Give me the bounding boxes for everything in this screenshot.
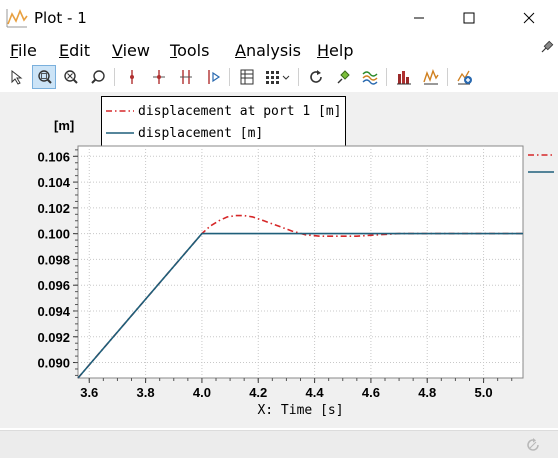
y-tick-label: 0.096 bbox=[37, 278, 70, 293]
menu-help-rest: elp bbox=[329, 41, 354, 60]
x-tick-label: 4.8 bbox=[418, 385, 436, 400]
grid-menu-icon[interactable] bbox=[262, 65, 294, 89]
window-title: Plot - 1 bbox=[34, 9, 87, 27]
marker-single-icon[interactable] bbox=[120, 65, 144, 89]
menu-file[interactable]: File bbox=[10, 41, 37, 60]
x-tick-label: 4.0 bbox=[193, 385, 211, 400]
menu-help[interactable]: Help bbox=[317, 41, 353, 60]
menu-tools-key: T bbox=[170, 41, 178, 60]
x-tick-label: 4.6 bbox=[362, 385, 380, 400]
minimize-button[interactable] bbox=[396, 0, 442, 36]
maximize-button[interactable] bbox=[446, 0, 492, 36]
menu-edit-key: E bbox=[59, 41, 70, 60]
menu-edit[interactable]: Edit bbox=[59, 41, 90, 60]
menu-view-key: V bbox=[112, 41, 123, 60]
y-tick-label: 0.102 bbox=[37, 201, 70, 216]
zoom-in-icon[interactable] bbox=[86, 65, 110, 89]
x-tick-label: 4.2 bbox=[249, 385, 267, 400]
y-tick-label: 0.104 bbox=[37, 175, 70, 190]
y-tick-label: 0.100 bbox=[37, 227, 70, 242]
waves-icon[interactable] bbox=[358, 65, 382, 89]
add-plot-icon[interactable] bbox=[453, 65, 477, 89]
menu-analysis-rest: nalysis bbox=[245, 41, 301, 60]
x-tick-label: 4.4 bbox=[306, 385, 325, 400]
toolbar-separator bbox=[114, 68, 115, 86]
menu-file-key: F bbox=[10, 41, 19, 60]
zoom-out-icon[interactable] bbox=[59, 65, 83, 89]
menu-analysis[interactable]: Analysis bbox=[235, 41, 301, 60]
marker-cross-icon[interactable] bbox=[147, 65, 171, 89]
menu-analysis-key: A bbox=[235, 41, 246, 60]
toolbar-separator bbox=[386, 68, 387, 86]
pin-icon[interactable] bbox=[540, 40, 554, 54]
sync-icon bbox=[527, 438, 539, 451]
histogram-icon[interactable] bbox=[392, 65, 416, 89]
minimize-icon bbox=[414, 17, 424, 19]
x-tick-label: 3.8 bbox=[137, 385, 155, 400]
zoom-box-icon[interactable] bbox=[32, 65, 56, 89]
menu-file-rest: ile bbox=[18, 41, 37, 60]
refresh-icon[interactable] bbox=[304, 65, 328, 89]
x-axis-label: X: Time [s] bbox=[257, 403, 343, 418]
menu-tools-rest: ools bbox=[177, 41, 210, 60]
x-tick-label: 3.6 bbox=[80, 385, 98, 400]
menu-view[interactable]: View bbox=[112, 41, 150, 60]
marker-play-icon[interactable] bbox=[201, 65, 225, 89]
toolbar bbox=[0, 63, 558, 91]
toolbar-separator bbox=[298, 68, 299, 86]
marker-double-icon[interactable] bbox=[174, 65, 198, 89]
app-icon bbox=[6, 8, 28, 28]
toolbar-separator bbox=[447, 68, 448, 86]
pin-tool-icon[interactable] bbox=[331, 65, 355, 89]
x-tick-label: 5.0 bbox=[475, 385, 493, 400]
close-icon bbox=[523, 12, 535, 24]
title-bar: Plot - 1 bbox=[0, 0, 558, 36]
fft-icon[interactable] bbox=[419, 65, 443, 89]
y-tick-label: 0.090 bbox=[37, 356, 70, 371]
table-icon[interactable] bbox=[235, 65, 259, 89]
close-button[interactable] bbox=[506, 0, 552, 36]
menu-view-rest: iew bbox=[122, 41, 150, 60]
menu-edit-rest: dit bbox=[69, 41, 90, 60]
menu-help-key: H bbox=[317, 41, 330, 60]
select-arrow-icon[interactable] bbox=[5, 65, 29, 89]
y-axis-label: [m] bbox=[54, 118, 74, 133]
y-tick-label: 0.092 bbox=[37, 330, 70, 345]
maximize-icon bbox=[463, 12, 475, 24]
status-bar bbox=[0, 430, 558, 458]
y-tick-label: 0.094 bbox=[37, 304, 70, 319]
plot-area: displacement at port 1 [m] displacement … bbox=[0, 92, 558, 428]
menu-bar: File Edit View Tools Analysis Help bbox=[0, 38, 558, 62]
chart[interactable]: 3.6 3.8 4.0 4.2 4.4 4.6 4.8 5.0 0.090 0.092 0.094 0… bbox=[0, 92, 558, 428]
menu-tools[interactable]: Tools bbox=[170, 41, 209, 60]
y-tick-label: 0.098 bbox=[37, 252, 70, 267]
y-tick-label: 0.106 bbox=[37, 149, 70, 164]
plot-canvas bbox=[77, 145, 524, 379]
toolbar-separator bbox=[229, 68, 230, 86]
